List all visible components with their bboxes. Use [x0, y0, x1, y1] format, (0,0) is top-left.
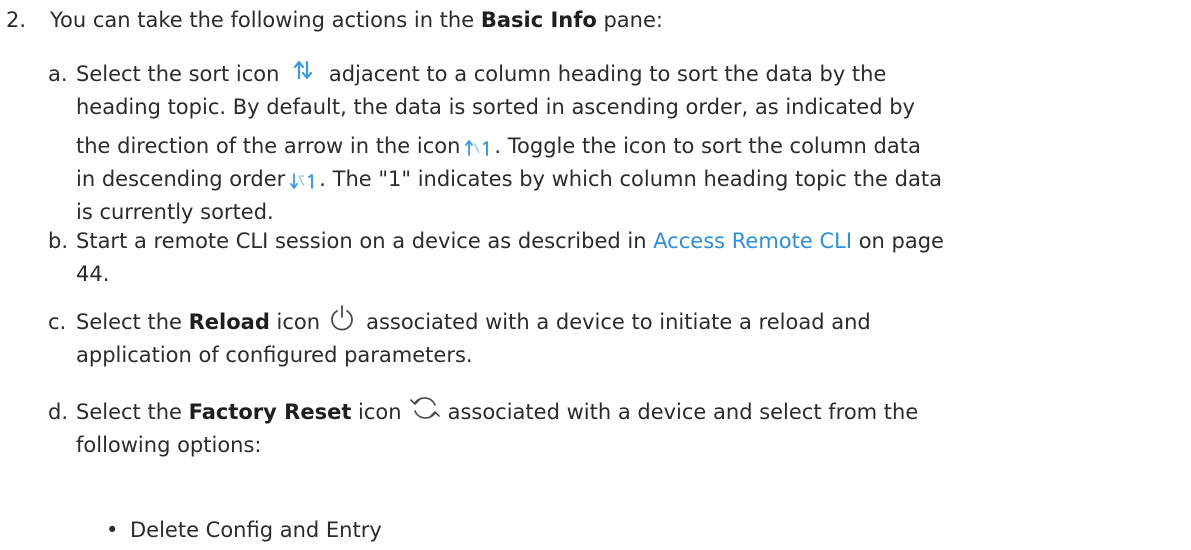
step-text-after: pane:	[596, 8, 663, 32]
step-text-before: You can take the following actions in th…	[50, 8, 481, 32]
list-item-a: a. Select the sort icon adjacent to a co…	[48, 58, 1168, 229]
document-page: 2. You can take the following actions in …	[0, 0, 1191, 550]
list-item-b: b. Start a remote CLI session on a devic…	[48, 225, 1168, 291]
item-b-line-1-start: Start a remote CLI session on a device a…	[76, 229, 654, 253]
item-d-line-2: following options:	[76, 433, 262, 457]
item-d-line-1-start: Select the	[76, 400, 189, 424]
bullet-symbol: •	[106, 518, 119, 542]
pane-name: Basic Info	[480, 8, 597, 32]
item-c-line-1-end: associated with a device to initiate a r…	[366, 310, 871, 334]
power-icon	[328, 304, 356, 332]
item-c-line-1-start: Select the	[76, 310, 189, 334]
item-letter: a.	[48, 62, 68, 86]
item-a-line-4-start: in descending order	[76, 167, 286, 191]
item-a-line-3-end: . Toggle the icon to sort the column dat…	[494, 134, 921, 158]
list-item-d: d. Select the Factory Reset icon associa…	[48, 396, 1168, 462]
sort-descending-icon	[289, 167, 317, 189]
refresh-icon	[408, 394, 442, 422]
item-a-line-3-start: the direction of the arrow in the icon	[76, 134, 461, 158]
item-c-line-2: application of configured parameters.	[76, 343, 473, 367]
item-a-text: Select the sort icon adjacent to a colum…	[76, 58, 1168, 229]
item-c-line-1: Select the Reload icon associated with a…	[76, 304, 1168, 339]
step-number: 2.	[6, 8, 27, 32]
item-d-line-1-mid: icon	[351, 400, 402, 424]
item-b-line-1-end: on page	[852, 229, 944, 253]
item-b-line-1: Start a remote CLI session on a device a…	[76, 225, 1168, 258]
item-a-line-1-end: adjacent to a column heading to sort the…	[328, 62, 887, 86]
factory-reset-label: Factory Reset	[188, 400, 352, 424]
step-2: 2. You can take the following actions in …	[6, 4, 1176, 37]
item-b-line-2: 44.	[76, 262, 110, 286]
item-b-text: Start a remote CLI session on a device a…	[76, 225, 1168, 291]
item-a-line-1: Select the sort icon adjacent to a colum…	[76, 58, 1168, 91]
list-item-c: c. Select the Reload icon associated wit…	[48, 304, 1168, 372]
item-d-line-1: Select the Factory Reset icon associated…	[76, 396, 1168, 429]
item-letter: b.	[48, 229, 69, 253]
item-c-text: Select the Reload icon associated with a…	[76, 304, 1168, 372]
item-a-line-1-start: Select the sort icon	[76, 62, 280, 86]
bullet-item: • Delete Config and Entry	[106, 514, 706, 547]
item-d-line-1-end: associated with a device and select from…	[447, 400, 919, 424]
item-a-line-2: heading topic. By default, the data is s…	[76, 95, 915, 119]
sort-icon	[292, 58, 314, 80]
item-d-text: Select the Factory Reset icon associated…	[76, 396, 1168, 462]
sort-ascending-icon	[464, 134, 492, 156]
item-a-line-4: in descending order . The "1" indicates …	[76, 163, 1168, 196]
item-letter: d.	[48, 400, 69, 424]
item-a-line-4-end: . The "1" indicates by which column head…	[319, 167, 942, 191]
reload-label: Reload	[188, 310, 270, 334]
access-remote-cli-link[interactable]: Access Remote CLI	[653, 229, 852, 253]
item-letter: c.	[48, 310, 67, 334]
item-a-line-3: the direction of the arrow in the icon .…	[76, 130, 1168, 163]
item-c-line-1-mid: icon	[269, 310, 321, 334]
bullet-text: Delete Config and Entry	[130, 518, 382, 542]
